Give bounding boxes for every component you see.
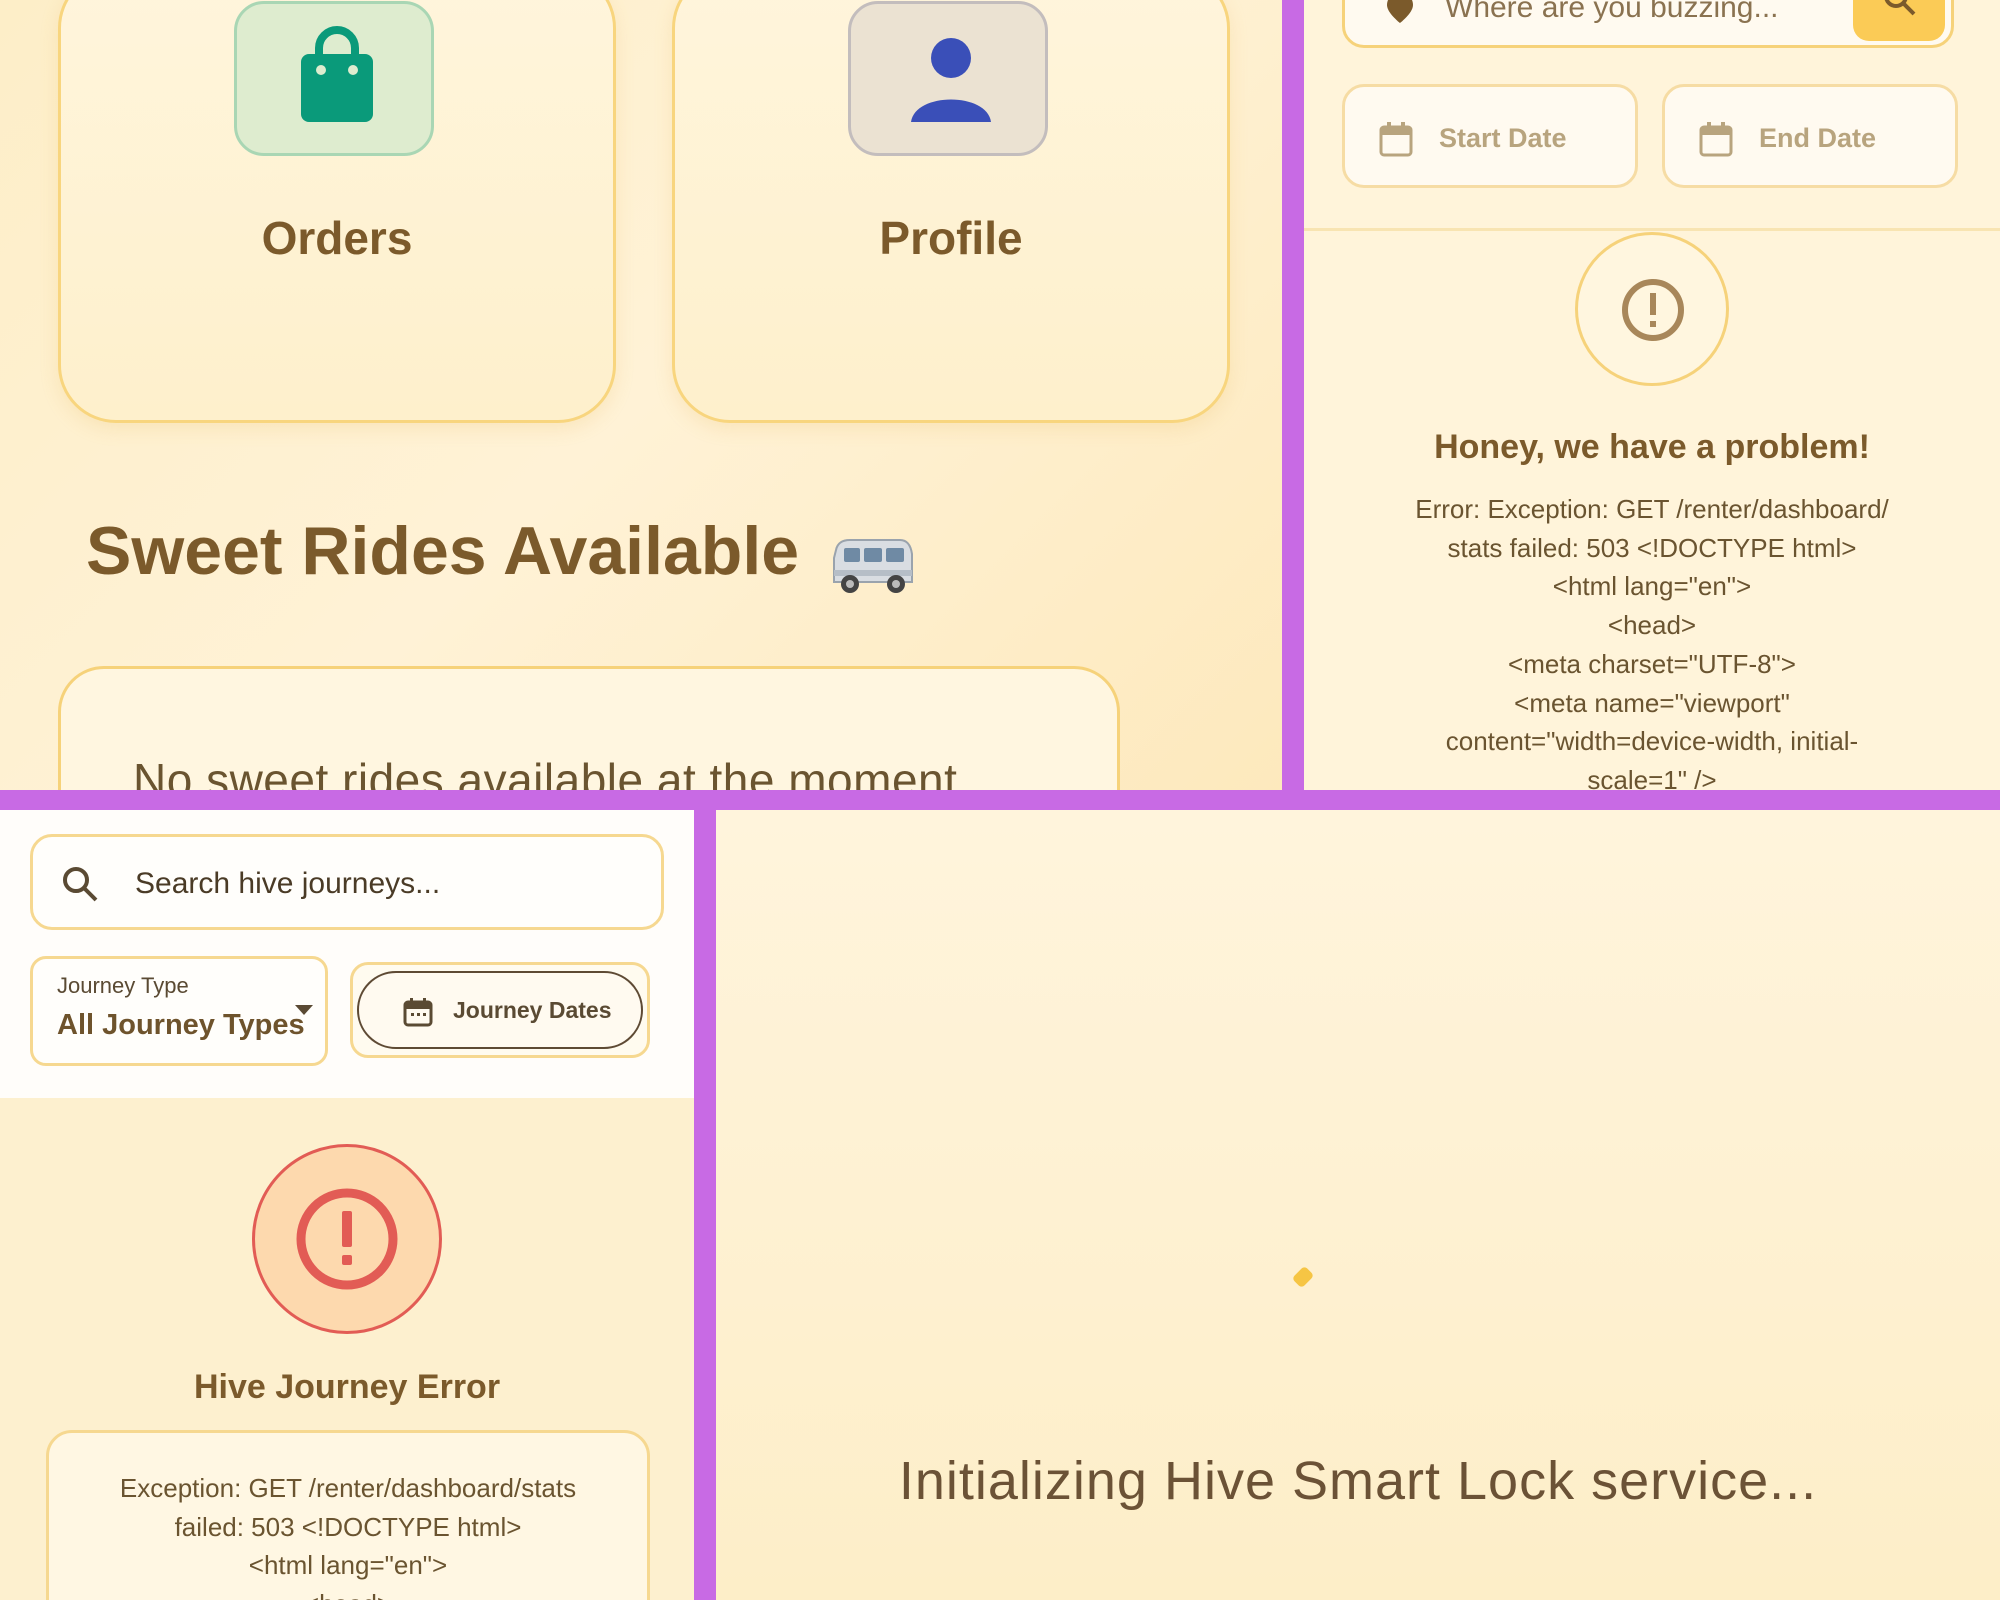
orders-label: Orders bbox=[261, 212, 413, 264]
error-icon bbox=[296, 1188, 398, 1290]
orders-icon-box bbox=[234, 1, 434, 156]
journey-type-value: All Journey Types bbox=[57, 1009, 305, 1041]
dropdown-caret-icon bbox=[295, 1005, 313, 1015]
error-title: Honey, we have a problem! bbox=[1434, 428, 1870, 466]
start-date-field[interactable]: Start Date bbox=[1342, 84, 1638, 188]
loading-spinner-icon bbox=[1291, 1265, 1315, 1289]
end-date-field[interactable]: End Date bbox=[1662, 84, 1958, 188]
journey-dates-container: Journey Dates bbox=[350, 962, 650, 1058]
section-title: Sweet Rides Available bbox=[86, 513, 800, 589]
error-message: Error: Exception: GET /renter/dashboard/… bbox=[1415, 494, 1889, 790]
person-icon bbox=[911, 38, 991, 122]
calendar-icon bbox=[1699, 122, 1733, 157]
profile-tile[interactable]: Profile bbox=[672, 0, 1230, 423]
location-search-field[interactable]: Where are you buzzing... bbox=[1342, 0, 1954, 48]
filter-bar: Journey Type All Journey Types Journey D… bbox=[0, 810, 694, 1098]
location-pin-icon bbox=[1387, 0, 1413, 23]
journeys-panel: Journey Type All Journey Types Journey D… bbox=[0, 810, 694, 1600]
divider bbox=[1304, 228, 2000, 231]
start-date-label: Start Date bbox=[1439, 123, 1567, 153]
orders-tile[interactable]: Orders bbox=[58, 0, 616, 423]
journey-search-input[interactable] bbox=[133, 855, 637, 913]
dashboard-panel: Orders Profile Sweet Rides Available No … bbox=[0, 0, 1282, 790]
profile-label: Profile bbox=[879, 212, 1023, 264]
rides-empty-card: No sweet rides available at the moment bbox=[58, 666, 1120, 790]
journey-search-field[interactable] bbox=[30, 834, 664, 930]
loading-status-message: Initializing Hive Smart Lock service... bbox=[898, 1451, 1818, 1511]
loading-panel: Initializing Hive Smart Lock service... bbox=[716, 810, 2000, 1600]
van-icon bbox=[833, 539, 913, 593]
search-error-panel: Where are you buzzing... Start Date End … bbox=[1304, 0, 2000, 790]
calendar-icon bbox=[403, 998, 433, 1027]
shopping-bag-icon bbox=[301, 26, 373, 122]
empty-rides-message: No sweet rides available at the moment bbox=[133, 754, 958, 790]
search-icon bbox=[63, 867, 98, 902]
calendar-icon bbox=[1379, 122, 1413, 157]
location-placeholder[interactable]: Where are you buzzing... bbox=[1445, 0, 1779, 25]
search-icon bbox=[1884, 0, 1916, 16]
journey-dates-label: Journey Dates bbox=[453, 997, 612, 1023]
error-message: Exception: GET /renter/dashboard/stats f… bbox=[119, 1473, 577, 1600]
profile-icon-box bbox=[848, 1, 1048, 156]
error-icon bbox=[1622, 279, 1684, 341]
error-icon-circle bbox=[252, 1144, 442, 1334]
location-search-button[interactable] bbox=[1853, 0, 1945, 41]
error-message-box: Exception: GET /renter/dashboard/stats f… bbox=[46, 1430, 650, 1600]
end-date-label: End Date bbox=[1759, 123, 1877, 153]
error-icon-circle bbox=[1575, 232, 1729, 386]
journey-type-label: Journey Type bbox=[57, 973, 189, 998]
error-title: Hive Journey Error bbox=[193, 1368, 501, 1406]
journey-type-dropdown[interactable]: Journey Type All Journey Types bbox=[30, 956, 328, 1066]
journey-dates-button[interactable]: Journey Dates bbox=[357, 971, 643, 1049]
